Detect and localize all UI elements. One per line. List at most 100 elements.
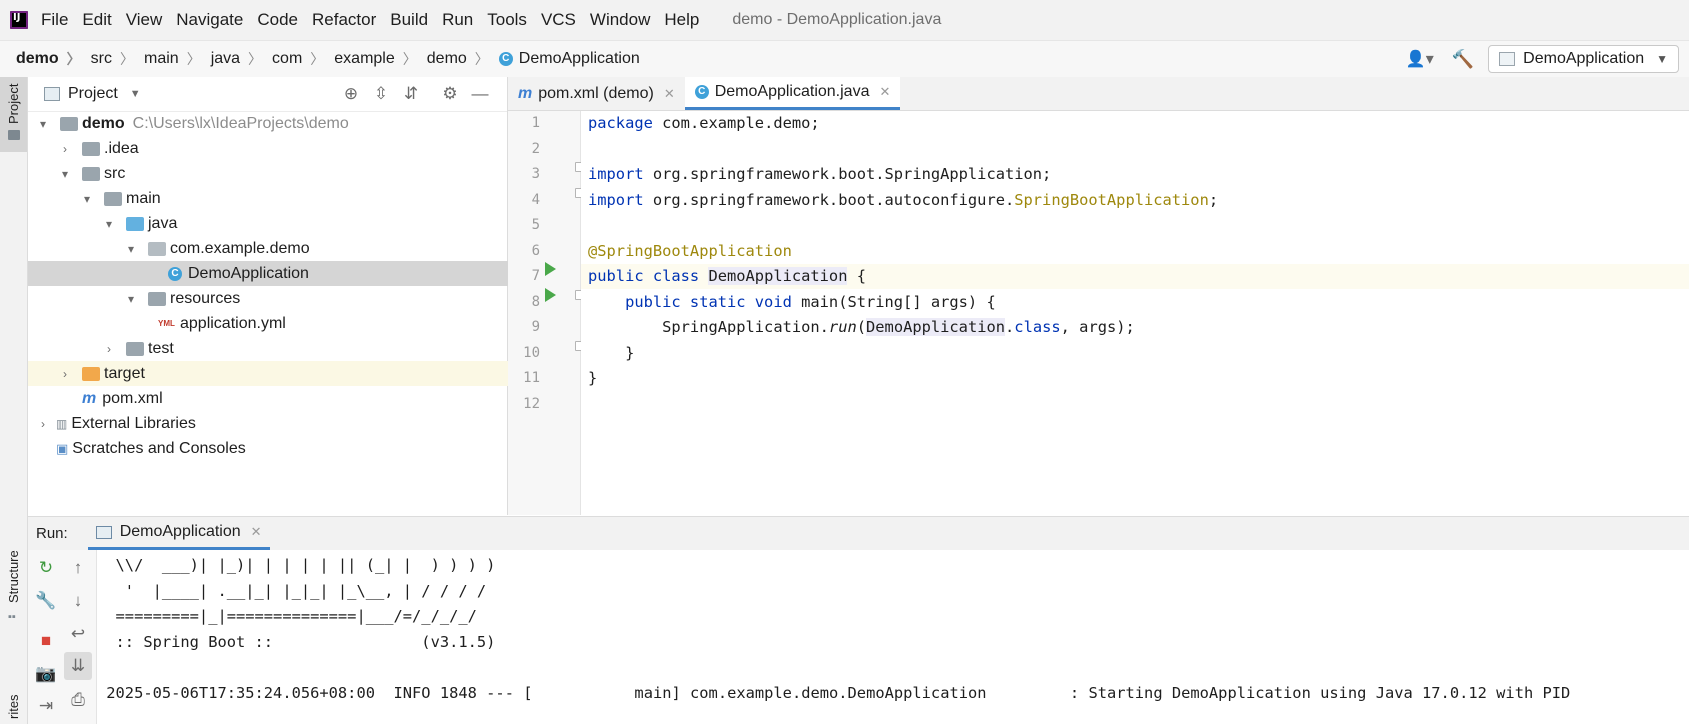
chevron-down-icon[interactable]: ▾: [58, 167, 72, 181]
structure-tool-tab[interactable]: Structure ▪▪: [0, 547, 27, 627]
yml-file-icon: YML: [158, 319, 175, 328]
line-number: 10: [523, 345, 540, 361]
gear-icon[interactable]: ⚙: [439, 83, 461, 105]
code-line: package com.example.demo;: [588, 114, 820, 132]
tree-item-label: java: [148, 214, 178, 232]
tree-item[interactable]: ▾ java: [28, 211, 581, 236]
code-line: }: [588, 344, 635, 362]
chevron-down-icon[interactable]: ▼: [130, 88, 141, 100]
menu-view[interactable]: View: [126, 10, 163, 30]
close-icon[interactable]: ✕: [879, 84, 890, 100]
print-icon[interactable]: ⎙: [64, 686, 92, 714]
chevron-right-icon[interactable]: ›: [102, 342, 116, 356]
folder-icon: [126, 341, 144, 356]
project-panel: Project ▼ ⊕ ⇳ ⇵ ⚙ — ▾ demo C:\Users\lx\I…: [28, 77, 639, 515]
scroll-to-end-icon[interactable]: ⇊: [64, 652, 92, 680]
menu-window[interactable]: Window: [590, 10, 650, 30]
source-folder-icon: [126, 216, 144, 231]
menu-vcs[interactable]: VCS: [541, 10, 576, 30]
project-tab-label: Project: [6, 83, 21, 124]
chevron-down-icon[interactable]: ▾: [102, 217, 116, 231]
tab-label: pom.xml (demo): [538, 84, 654, 102]
tree-item[interactable]: ▾ src: [28, 161, 537, 186]
breadcrumb-item[interactable]: demo 〉: [0, 49, 81, 69]
run-gutter-icon[interactable]: [545, 262, 556, 276]
chevron-right-icon[interactable]: ›: [58, 367, 72, 381]
wrench-icon[interactable]: 🔧: [32, 587, 60, 615]
tree-item[interactable]: m pom.xml: [28, 386, 559, 411]
menu-run[interactable]: Run: [442, 10, 473, 30]
chevron-down-icon: ▼: [1656, 52, 1668, 66]
run-tab-demoapplication[interactable]: DemoApplication ✕: [87, 517, 270, 550]
tree-item-label: demo: [82, 114, 125, 132]
breadcrumb-item[interactable]: demo 〉: [417, 49, 489, 69]
rerun-icon[interactable]: ↻: [32, 554, 60, 582]
menu-refactor[interactable]: Refactor: [312, 10, 376, 30]
menu-bar: IJ File Edit View Navigate Code Refactor…: [0, 0, 1689, 40]
console-output[interactable]: \\/ ___)| |_)| | | | | || (_| | ) ) ) ) …: [97, 550, 1689, 724]
favorites-tool-tab[interactable]: rites: [0, 689, 27, 724]
run-gutter-icon[interactable]: [545, 288, 556, 302]
line-number: 5: [531, 217, 540, 233]
tree-item[interactable]: › test: [28, 336, 581, 361]
breadcrumb-item[interactable]: example 〉: [324, 49, 416, 69]
run-configuration-selector[interactable]: DemoApplication ▼: [1488, 45, 1679, 73]
breadcrumb-item[interactable]: java 〉: [201, 49, 262, 69]
chevron-right-icon[interactable]: ›: [36, 417, 50, 431]
chevron-down-icon[interactable]: ▾: [124, 242, 138, 256]
tab-pom-xml[interactable]: m pom.xml (demo) ✕: [508, 77, 685, 110]
hide-icon[interactable]: —: [469, 83, 491, 105]
line-number: 2: [531, 141, 540, 157]
menu-build[interactable]: Build: [390, 10, 428, 30]
stop-icon[interactable]: ■: [32, 627, 60, 655]
tree-item[interactable]: › ▥ External Libraries: [28, 411, 515, 436]
arrow-down-icon[interactable]: ↓: [64, 587, 92, 615]
menu-tools[interactable]: Tools: [487, 10, 527, 30]
code-editor[interactable]: package com.example.demo; import org.spr…: [581, 111, 1689, 515]
project-panel-title[interactable]: Project: [68, 85, 118, 103]
locate-icon[interactable]: ⊕: [340, 83, 362, 105]
menu-help[interactable]: Help: [664, 10, 699, 30]
tree-item[interactable]: › target: [28, 361, 537, 386]
chevron-down-icon[interactable]: ▾: [124, 292, 138, 306]
arrow-up-icon[interactable]: ↑: [64, 554, 92, 582]
soft-wrap-icon[interactable]: ↩: [64, 620, 92, 648]
hammer-icon[interactable]: 🔨: [1452, 49, 1474, 70]
menu-file[interactable]: File: [41, 10, 68, 30]
close-icon[interactable]: ✕: [664, 86, 675, 102]
chevron-down-icon[interactable]: ▾: [36, 117, 50, 131]
chevron-right-icon[interactable]: ›: [58, 142, 72, 156]
tab-label: DemoApplication.java: [714, 83, 870, 100]
breadcrumb-item[interactable]: main 〉: [134, 49, 201, 69]
tree-item[interactable]: ▾ demo C:\Users\lx\IdeaProjects\demo: [28, 111, 515, 136]
run-panel-label: Run:: [36, 525, 68, 542]
maven-icon: m: [82, 389, 97, 407]
expand-all-icon[interactable]: ⇳: [370, 83, 392, 105]
class-icon: C: [168, 266, 182, 281]
console-line: :: Spring Boot :: (v3.1.5): [97, 633, 496, 651]
close-icon[interactable]: ✕: [251, 524, 262, 540]
tree-item[interactable]: ▣ Scratches and Consoles: [28, 436, 515, 461]
tree-item[interactable]: ▾ main: [28, 186, 559, 211]
breadcrumb-item[interactable]: src 〉: [81, 49, 134, 69]
breadcrumb-item[interactable]: C DemoApplication: [489, 50, 640, 68]
tab-demoapplication-java[interactable]: C DemoApplication.java ✕: [684, 77, 901, 110]
menu-code[interactable]: Code: [257, 10, 298, 30]
code-line-current: public class DemoApplication {: [581, 264, 1689, 289]
project-tool-tab[interactable]: Project: [0, 77, 27, 152]
breadcrumb-item[interactable]: com 〉: [262, 49, 324, 69]
collapse-all-icon[interactable]: ⇵: [400, 83, 422, 105]
menu-navigate[interactable]: Navigate: [176, 10, 243, 30]
line-number: 9: [531, 319, 540, 335]
tree-item-label: test: [148, 339, 174, 357]
camera-icon[interactable]: 📷: [32, 660, 60, 688]
tree-item-path: C:\Users\lx\IdeaProjects\demo: [132, 114, 349, 132]
tree-item[interactable]: › .idea: [28, 136, 537, 161]
run-config-icon: [95, 525, 112, 539]
user-icon[interactable]: 👤▾: [1406, 49, 1434, 69]
class-icon: C: [694, 85, 709, 99]
menu-edit[interactable]: Edit: [82, 10, 111, 30]
exit-icon[interactable]: ⇥: [32, 692, 60, 720]
chevron-down-icon[interactable]: ▾: [80, 192, 94, 206]
tree-item-label: src: [104, 164, 126, 182]
